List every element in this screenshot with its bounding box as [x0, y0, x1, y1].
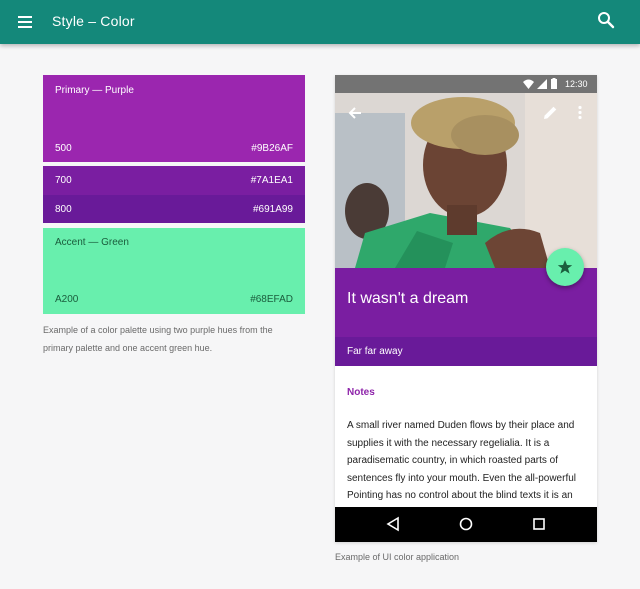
notes-body-line: supplies it with the necessary regeliali… [347, 437, 550, 449]
status-bar: 12:30 [335, 75, 597, 93]
favorite-fab-button[interactable] [546, 248, 584, 286]
wifi-icon [523, 79, 534, 89]
swatch-accent-hex: #68EFAD [250, 294, 293, 305]
swatch-primary-700: 700 #7A1EA1 [43, 166, 305, 195]
notes-body-line: paradisematic country, in which roasted … [347, 455, 559, 467]
nav-back-icon[interactable] [385, 516, 401, 532]
swatch-700-shade: 700 [55, 175, 72, 186]
notes-body-line: sentences fly into your mouth. Even the … [347, 472, 577, 484]
detail-headline: It wasn't a dream [347, 290, 469, 307]
detail-subheader: Far far away [335, 337, 597, 366]
signal-icon [537, 79, 547, 89]
notes-body-line: A small river named Duden flows by their… [347, 420, 575, 431]
ui-caption: Example of UI color application [335, 552, 460, 562]
swatch-primary-800: 800 #691A99 [43, 195, 305, 223]
nav-recents-icon[interactable] [531, 516, 547, 532]
swatch-primary-hex: #9B26AF [251, 143, 293, 154]
swatch-primary-500: Primary — Purple 500 #9B26AF [43, 75, 305, 162]
menu-icon[interactable] [15, 11, 37, 33]
status-time: 12:30 [565, 79, 588, 89]
app-bar: Style – Color [0, 0, 640, 44]
palette-caption: Example of a color palette using two pur… [43, 321, 273, 357]
palette-caption-line: Example of a color palette using two pur… [43, 325, 273, 335]
notes-body: A small river named Duden flows by their… [347, 417, 587, 505]
swatch-accent-name: Accent — Green [55, 237, 129, 248]
notes-label: Notes [347, 387, 375, 398]
phone-mockup: 12:30 It wasn't a dream Far far away Not… [335, 75, 597, 542]
swatch-800-hex: #691A99 [252, 204, 293, 215]
more-vert-icon[interactable] [577, 105, 583, 120]
nav-home-icon[interactable] [458, 516, 474, 532]
swatch-700-hex: #7A1EA1 [250, 175, 293, 186]
swatch-primary-shade: 500 [55, 143, 72, 154]
android-nav-bar [335, 507, 597, 542]
battery-icon [551, 78, 557, 89]
swatch-800-shade: 800 [55, 204, 72, 215]
back-arrow-icon[interactable] [348, 106, 362, 120]
star-icon [557, 260, 573, 274]
swatch-accent-a200: Accent — Green A200 #68EFAD [43, 228, 305, 314]
detail-subheadline: Far far away [347, 346, 403, 357]
swatch-primary-name: Primary — Purple [55, 85, 134, 96]
notes-body-line: Pointing has no control about the blind … [347, 490, 573, 502]
swatch-accent-shade: A200 [55, 294, 79, 305]
search-icon[interactable] [596, 10, 616, 30]
palette-caption-line: primary palette and one accent green hue… [43, 343, 213, 353]
edit-pencil-icon[interactable] [543, 105, 558, 120]
page-title: Style – Color [52, 13, 135, 29]
